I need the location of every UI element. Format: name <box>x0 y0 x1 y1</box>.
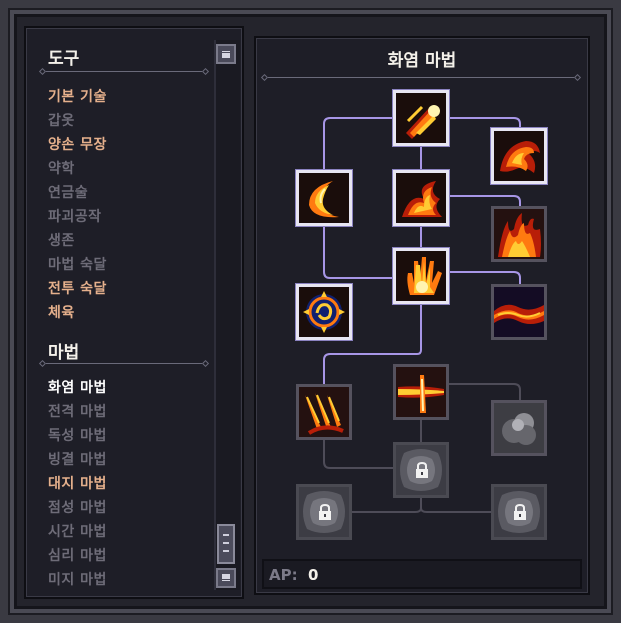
ap-box: AP: 0 <box>262 559 582 589</box>
fire-wall-icon <box>494 209 544 259</box>
fire-burst-icon <box>396 173 446 223</box>
skill-node-locked[interactable] <box>491 484 547 540</box>
connector-line <box>323 224 396 279</box>
skill-node-claw[interactable] <box>296 384 352 440</box>
fire-comet-icon <box>396 93 446 143</box>
fire-hand-icon <box>396 251 446 301</box>
fire-ground-icon <box>494 287 544 337</box>
skill-node-locked[interactable] <box>296 484 352 540</box>
skill-node-smoke[interactable] <box>491 400 547 456</box>
connector-line <box>450 271 521 284</box>
connector-line <box>352 498 422 513</box>
ap-label: AP: <box>269 566 298 584</box>
ap-value: 0 <box>308 566 319 584</box>
skill-node-hand[interactable] <box>393 248 449 304</box>
skill-node-ground[interactable] <box>491 284 547 340</box>
skill-node-comet[interactable] <box>393 90 449 146</box>
skill-node-beam[interactable] <box>393 364 449 420</box>
connector-line <box>450 195 521 206</box>
connector-line <box>420 498 492 513</box>
fire-dragon-icon <box>494 131 544 181</box>
skill-node-crescent[interactable] <box>296 170 352 226</box>
skill-node-wall[interactable] <box>491 206 547 262</box>
padlock-icon <box>319 504 331 520</box>
fire-crescent-icon <box>299 173 349 223</box>
connector-line <box>323 440 394 469</box>
skill-node-seal[interactable] <box>296 284 352 340</box>
connector-line <box>450 117 521 128</box>
fire-seal-icon <box>299 287 349 337</box>
skill-node-dragon[interactable] <box>491 128 547 184</box>
padlock-icon <box>416 462 428 478</box>
fire-beam-icon <box>396 367 446 417</box>
connector-line <box>449 383 521 400</box>
fire-claw-icon <box>299 387 349 437</box>
skill-node-locked[interactable] <box>393 442 449 498</box>
padlock-icon <box>514 504 526 520</box>
skill-node-burst[interactable] <box>393 170 449 226</box>
